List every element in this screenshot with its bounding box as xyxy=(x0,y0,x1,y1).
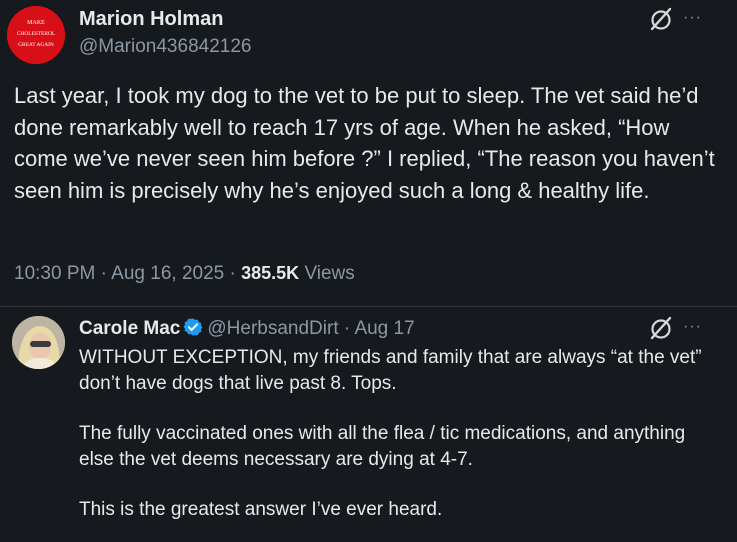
post-meta: 10:30 PM · Aug 16, 2025 · 385.5K Views xyxy=(14,263,355,285)
views-label: Views xyxy=(304,263,355,284)
reply-avatar-image xyxy=(12,316,65,369)
more-icon[interactable]: ··· xyxy=(683,10,702,26)
post-date[interactable]: Aug 16, 2025 xyxy=(111,263,224,284)
reply-paragraph: This is the greatest answer I’ve ever he… xyxy=(79,499,443,520)
more-icon[interactable]: ··· xyxy=(683,319,702,335)
reply-separator: · xyxy=(343,318,351,339)
grok-icon[interactable] xyxy=(648,315,674,341)
avatar-line-2: CHOLESTEROL xyxy=(17,31,55,37)
reply-text: WITHOUT EXCEPTION, my friends and family… xyxy=(79,345,719,542)
avatar-line-1: MAKE xyxy=(27,20,45,26)
meta-separator: · xyxy=(100,263,107,284)
reply-author-handle[interactable]: @HerbsandDirt xyxy=(207,318,338,339)
reply-avatar[interactable] xyxy=(12,316,65,369)
post-time[interactable]: 10:30 PM xyxy=(14,263,95,284)
main-post: MAKE CHOLESTEROL GREAT AGAIN Marion Holm… xyxy=(0,0,737,305)
author-name[interactable]: Marion Holman xyxy=(79,8,223,31)
avatar-image: MAKE CHOLESTEROL GREAT AGAIN xyxy=(7,6,65,64)
post-text: Last year, I took my dog to the vet to b… xyxy=(14,83,715,203)
verified-badge-icon xyxy=(183,318,203,336)
reply-paragraph: The fully vaccinated ones with all the f… xyxy=(79,423,686,470)
meta-separator: · xyxy=(229,263,236,284)
avatar-line-3: GREAT AGAIN xyxy=(18,42,54,48)
reply-paragraph: WITHOUT EXCEPTION, my friends and family… xyxy=(79,347,702,394)
views-count: 385.5K xyxy=(241,263,300,283)
reply-date[interactable]: Aug 17 xyxy=(354,318,414,339)
reply-header: Carole Mac @HerbsandDirt · Aug 17 xyxy=(79,317,415,340)
reply-author-name[interactable]: Carole Mac xyxy=(79,318,180,339)
author-handle[interactable]: @Marion436842126 xyxy=(79,36,251,58)
grok-icon[interactable] xyxy=(648,6,674,32)
avatar[interactable]: MAKE CHOLESTEROL GREAT AGAIN xyxy=(7,6,65,64)
reply-post[interactable]: Carole Mac @HerbsandDirt · Aug 17 ··· WI… xyxy=(0,307,737,542)
